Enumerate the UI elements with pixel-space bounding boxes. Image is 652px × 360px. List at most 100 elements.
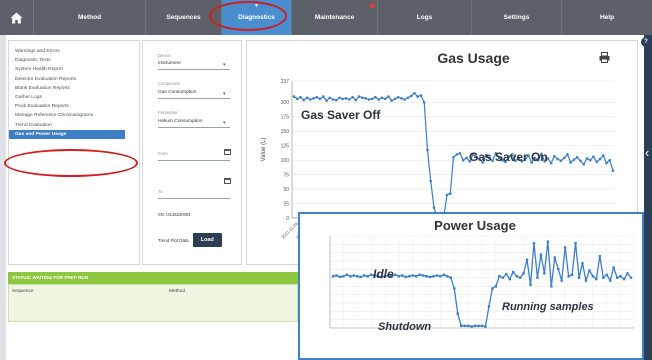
chart-title: Power Usage xyxy=(434,218,516,233)
gas-data-point xyxy=(562,156,566,160)
load-button[interactable]: Load xyxy=(192,233,222,247)
menu-item-blank-evaluation[interactable]: Blank Evaluation Reports xyxy=(9,84,139,93)
gas-data-point xyxy=(344,97,348,100)
right-collapse-strip[interactable] xyxy=(644,35,652,360)
gas-data-point xyxy=(432,206,436,209)
gas-data-point xyxy=(452,156,455,159)
power-data-point xyxy=(428,275,432,279)
power-data-point xyxy=(487,305,491,308)
power-data-point xyxy=(345,273,349,277)
home-icon xyxy=(10,12,23,23)
divider xyxy=(158,98,230,99)
menu-item-detector-evaluation[interactable]: Detector Evaluation Reports xyxy=(9,75,139,84)
gas-data-point xyxy=(426,148,429,152)
gas-data-point xyxy=(387,95,390,98)
tab-help[interactable]: Help xyxy=(562,0,652,35)
tab-label: Maintenance xyxy=(314,14,355,21)
power-data-point xyxy=(560,279,563,282)
caret-down-icon: ▼ xyxy=(254,3,259,9)
menu-item-gas-power-usage[interactable]: Gas and Power Usage xyxy=(9,129,125,139)
power-data-point xyxy=(470,325,473,328)
gas-data-point xyxy=(611,169,615,172)
tab-maintenance[interactable]: Maintenance xyxy=(292,0,378,35)
power-data-point xyxy=(498,275,501,278)
power-data-point xyxy=(563,246,567,249)
power-data-point xyxy=(491,287,494,290)
home-button[interactable] xyxy=(0,0,34,35)
power-data-point xyxy=(494,285,498,288)
menu-item-system-health[interactable]: System Health Report xyxy=(9,65,139,74)
chevron-down-icon[interactable]: ▾ xyxy=(223,120,226,126)
power-data-point xyxy=(546,240,550,243)
menu-item-trend-evaluation[interactable]: Trend Evaluation xyxy=(9,121,139,130)
tab-settings[interactable]: Settings xyxy=(472,0,562,35)
power-data-point xyxy=(595,277,598,281)
power-data-point xyxy=(466,324,470,328)
menu-item-gather-logs[interactable]: Gather Logs xyxy=(9,93,139,102)
diagnostics-menu: Warnings and Errors Diagnostic Tests Sys… xyxy=(8,40,140,265)
tab-label: Settings xyxy=(503,14,530,21)
tab-sequences[interactable]: Sequences xyxy=(146,0,222,35)
calendar-icon[interactable] xyxy=(224,149,231,155)
y-tick-label: 237 xyxy=(281,79,290,85)
y-tick-label: 25 xyxy=(283,201,289,207)
power-data-point xyxy=(518,276,522,279)
gas-data-point xyxy=(295,97,299,101)
power-data-point xyxy=(432,275,435,278)
from-date-field[interactable] xyxy=(158,160,230,161)
gas-data-point xyxy=(325,99,328,102)
calendar-icon[interactable] xyxy=(224,178,231,184)
chevron-down-icon[interactable]: ▾ xyxy=(223,91,226,97)
top-navigation: Method Sequences ▼ Diagnostics Maintenan… xyxy=(0,0,652,35)
gas-data-point xyxy=(598,157,602,161)
menu-item-warnings[interactable]: Warnings and Errors xyxy=(9,47,139,56)
power-data-point xyxy=(602,276,605,279)
to-label: To xyxy=(158,189,163,194)
device-select[interactable]: Instrument xyxy=(158,61,181,66)
menu-item-peak-evaluation[interactable]: Peak Evaluation Reports xyxy=(9,102,139,111)
gas-data-point xyxy=(458,151,462,155)
power-data-point xyxy=(511,270,515,274)
gas-data-point xyxy=(335,98,338,102)
power-data-point xyxy=(442,273,446,277)
help-icon[interactable]: ? xyxy=(641,37,651,47)
divider xyxy=(158,69,230,70)
gas-data-point xyxy=(445,193,449,197)
gas-data-point xyxy=(409,94,413,98)
power-data-point xyxy=(539,253,543,256)
notification-dot xyxy=(370,3,375,8)
power-data-point xyxy=(577,276,581,279)
y-tick-label: 125 xyxy=(281,144,290,150)
trend-plot-label: Trend Plot Data xyxy=(158,237,189,243)
power-data-point xyxy=(408,275,411,278)
gas-data-point xyxy=(553,154,556,158)
tab-diagnostics[interactable]: ▼ Diagnostics xyxy=(222,0,292,35)
gas-data-point xyxy=(419,94,423,97)
gas-data-point xyxy=(331,98,335,101)
annotation-running-samples: Running samples xyxy=(502,301,594,313)
gas-data-point xyxy=(585,157,589,160)
component-select[interactable]: Gas Consumption xyxy=(158,90,196,95)
power-data-point xyxy=(342,275,345,278)
tab-label: Method xyxy=(77,14,102,21)
tab-logs[interactable]: Logs xyxy=(378,0,472,35)
chevron-down-icon[interactable]: ▾ xyxy=(223,62,226,68)
power-data-point xyxy=(397,275,401,278)
print-icon[interactable] xyxy=(599,52,610,63)
annotation-shutdown: Shutdown xyxy=(378,321,431,333)
power-data-point xyxy=(352,274,355,277)
menu-item-reference-chromatograms[interactable]: Manage Reference Chromatograms xyxy=(9,111,139,120)
power-usage-panel: Power Usage Idle Shutdown Running samples xyxy=(298,212,644,360)
menu-item-diagnostic-tests[interactable]: Diagnostic Tests xyxy=(9,56,139,65)
power-data-point xyxy=(501,276,504,279)
chevron-left-icon[interactable]: ‹ xyxy=(645,146,649,159)
power-data-point xyxy=(522,272,525,275)
to-date-field[interactable] xyxy=(158,198,230,199)
gas-data-point xyxy=(465,156,468,160)
y-tick-label: 0 xyxy=(286,216,289,222)
power-data-point xyxy=(484,325,487,328)
gas-data-point xyxy=(556,157,559,161)
power-data-point xyxy=(584,279,588,282)
tab-method[interactable]: Method xyxy=(34,0,146,35)
parameter-select[interactable]: Helium Consumption xyxy=(158,119,203,124)
